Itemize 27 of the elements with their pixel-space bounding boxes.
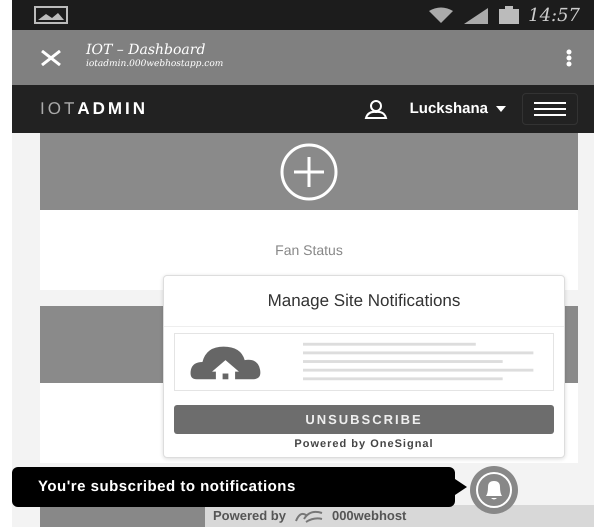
page-title: IOT – Dashboard [86, 43, 206, 58]
bell-icon [475, 471, 513, 509]
user-menu[interactable]: Luckshana [410, 98, 506, 120]
popup-title: Manage Site Notifications [164, 276, 564, 326]
caret-icon [496, 106, 506, 112]
powered-by-text: Powered by OneSignal [293, 437, 435, 452]
notification-bell-button[interactable] [470, 466, 518, 514]
brand-name: ADMIN [77, 98, 148, 120]
menu-button[interactable] [522, 93, 578, 125]
clock-time: 14:57 [528, 4, 580, 28]
host-logo-icon [294, 509, 324, 523]
signal-icon [462, 6, 490, 24]
powered-by-label: Powered by [213, 507, 286, 526]
wifi-icon [428, 7, 454, 23]
menu-icon [534, 102, 566, 116]
page-url: iotadmin.000webhostapp.com [86, 58, 224, 72]
more-icon[interactable] [566, 48, 572, 66]
host-brand: 000webhost [332, 507, 406, 526]
user-icon [364, 99, 388, 119]
card-label: Fan Status [275, 240, 343, 260]
image-icon [34, 6, 68, 24]
unsubscribe-button[interactable]: UNSUBSCRIBE [174, 404, 554, 434]
tooltip-text: You're subscribed to notifications [38, 476, 296, 497]
close-icon[interactable] [40, 50, 62, 66]
battery-icon [498, 6, 520, 24]
brand-text: IOT [40, 98, 78, 120]
add-icon[interactable] [279, 142, 339, 202]
